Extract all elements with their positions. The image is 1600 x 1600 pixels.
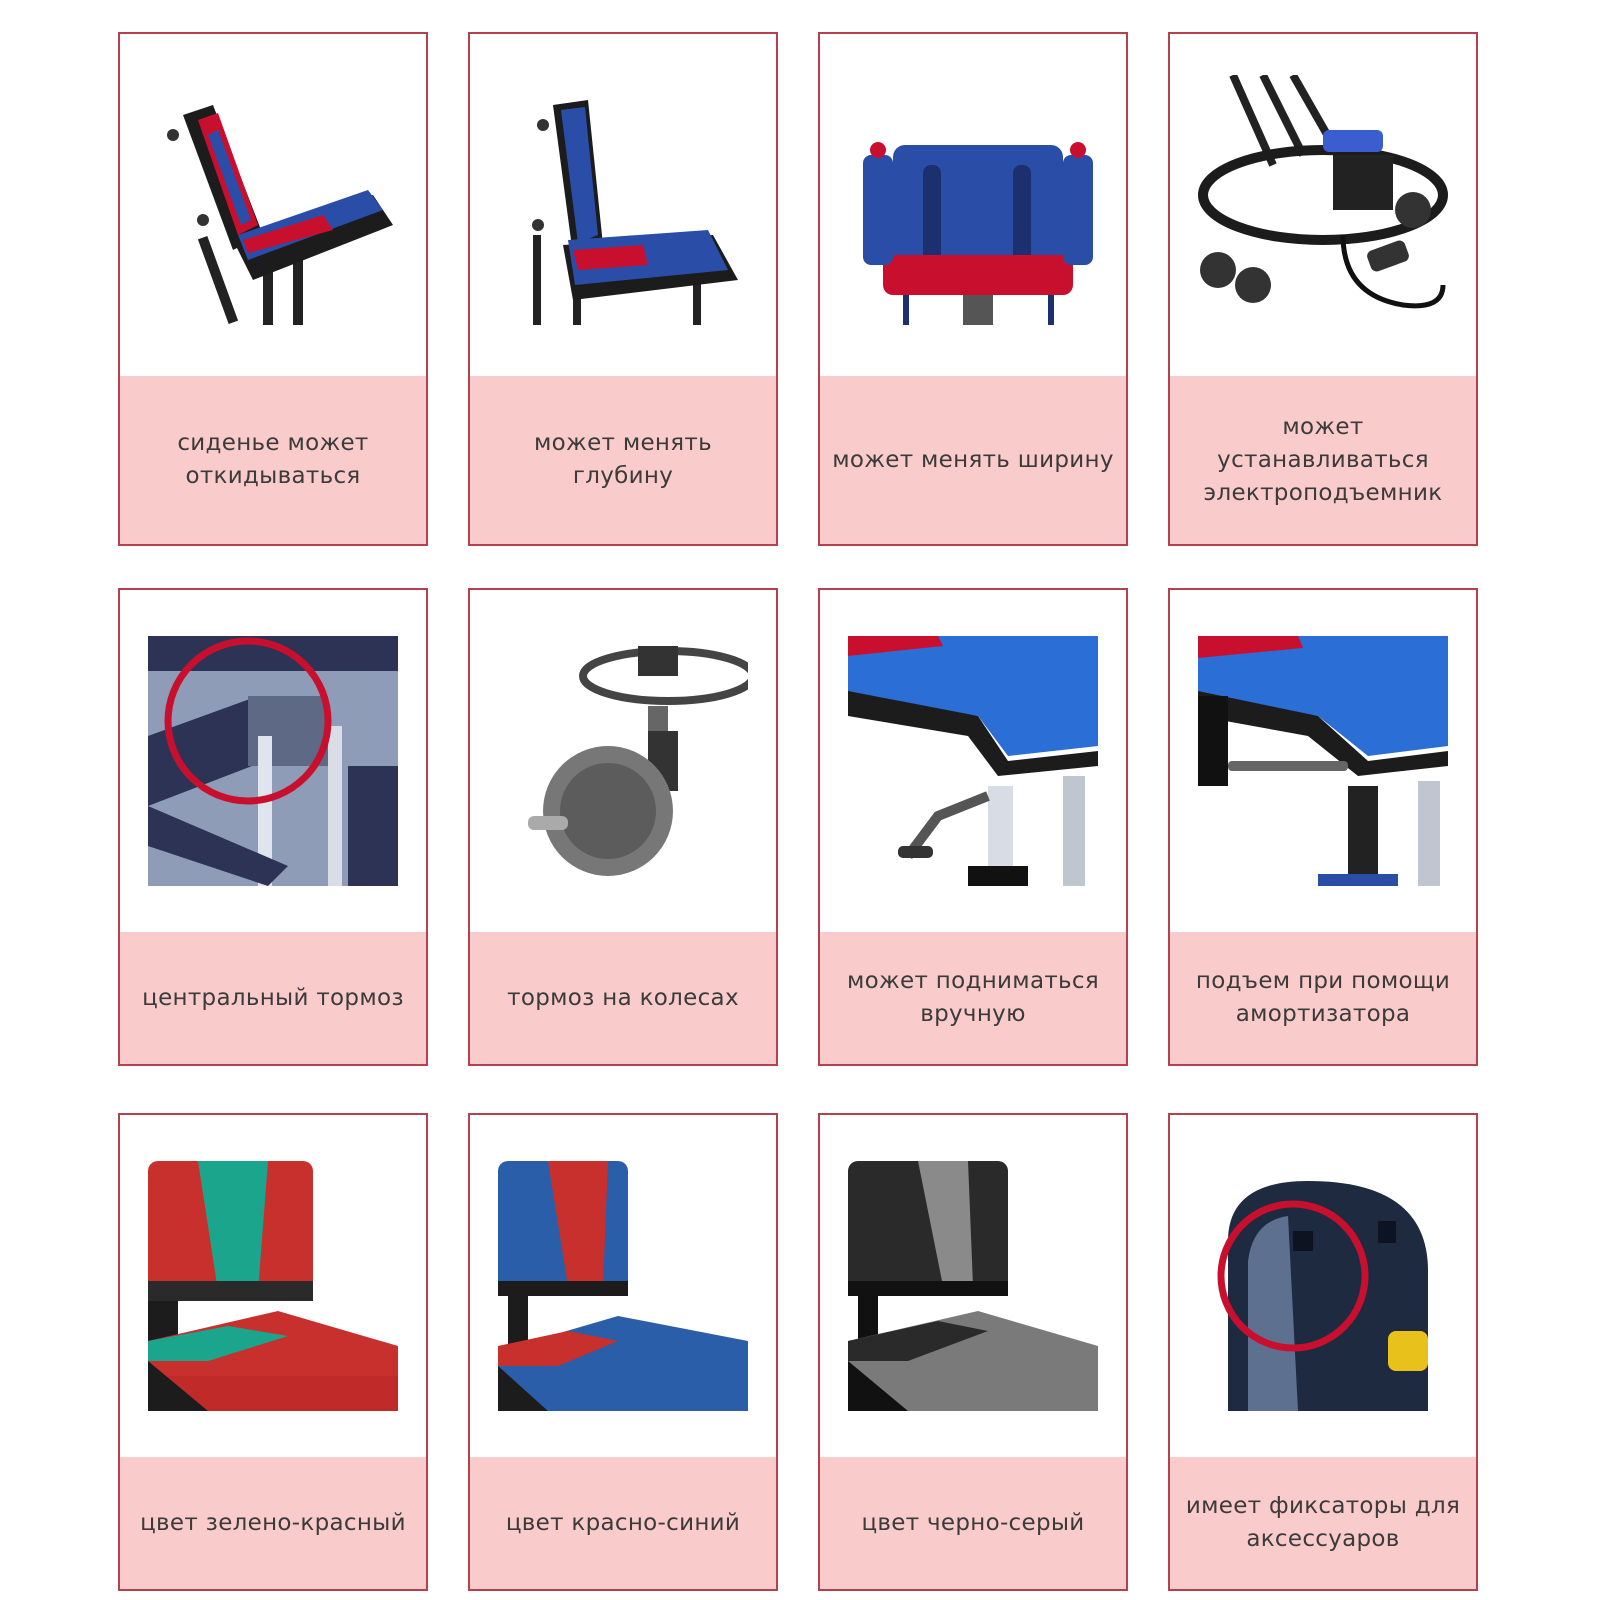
seat-depth-icon (532, 100, 738, 325)
central-brake-photo (120, 590, 426, 932)
card-caption: может устанавливаться электроподъемник (1170, 376, 1476, 544)
card-caption: центральный тормоз (120, 932, 426, 1064)
gas-spring-photo (1170, 590, 1476, 932)
feature-card-manual-lift: может подниматься вручную (818, 588, 1128, 1066)
accessory-lock-photo (1170, 1115, 1476, 1457)
feature-card-electric-lift: может устанавливаться электроподъемник (1168, 32, 1478, 546)
card-caption: тормоз на колесах (470, 932, 776, 1064)
wheel-brake-photo (470, 590, 776, 932)
card-caption: может подниматься вручную (820, 932, 1126, 1064)
feature-card-depth: может менять глубину (468, 32, 778, 546)
accessory-lock-icon (1198, 1161, 1448, 1411)
reclining-seat-icon (167, 105, 393, 325)
black-grey-seat-icon (848, 1161, 1098, 1411)
feature-card-width: может менять ширину (818, 32, 1128, 546)
green-red-photo (120, 1115, 426, 1457)
feature-card-green-red: цвет зелено-красный (118, 1113, 428, 1591)
card-caption: может менять глубину (470, 376, 776, 544)
gas-spring-lift-icon (1198, 636, 1448, 886)
electric-lift-icon (1198, 75, 1448, 309)
seat-width-icon (863, 142, 1093, 325)
manual-lift-icon (848, 636, 1098, 886)
black-grey-photo (820, 1115, 1126, 1457)
card-caption: сиденье может откидываться (120, 376, 426, 544)
feature-card-accessory-locks: имеет фиксаторы для аксессуаров (1168, 1113, 1478, 1591)
card-caption: подъем при помощи амортизатора (1170, 932, 1476, 1064)
feature-card-gas-spring: подъем при помощи амортизатора (1168, 588, 1478, 1066)
red-blue-seat-icon (498, 1161, 748, 1411)
central-brake-icon (148, 636, 398, 886)
red-blue-photo (470, 1115, 776, 1457)
feature-card-recline: сиденье может откидываться (118, 32, 428, 546)
feature-card-wheel-brake: тормоз на колесах (468, 588, 778, 1066)
green-red-seat-icon (148, 1161, 398, 1411)
electric-lift-photo (1170, 34, 1476, 376)
card-caption: может менять ширину (820, 376, 1126, 544)
width-photo (820, 34, 1126, 376)
wheel-brake-icon (528, 646, 748, 876)
card-caption: цвет черно-серый (820, 1457, 1126, 1589)
card-caption: имеет фиксаторы для аксессуаров (1170, 1457, 1476, 1589)
card-caption: цвет красно-синий (470, 1457, 776, 1589)
feature-card-black-grey: цвет черно-серый (818, 1113, 1128, 1591)
feature-card-central-brake: центральный тормоз (118, 588, 428, 1066)
feature-card-red-blue: цвет красно-синий (468, 1113, 778, 1591)
recline-photo (120, 34, 426, 376)
depth-photo (470, 34, 776, 376)
manual-lift-photo (820, 590, 1126, 932)
card-caption: цвет зелено-красный (120, 1457, 426, 1589)
